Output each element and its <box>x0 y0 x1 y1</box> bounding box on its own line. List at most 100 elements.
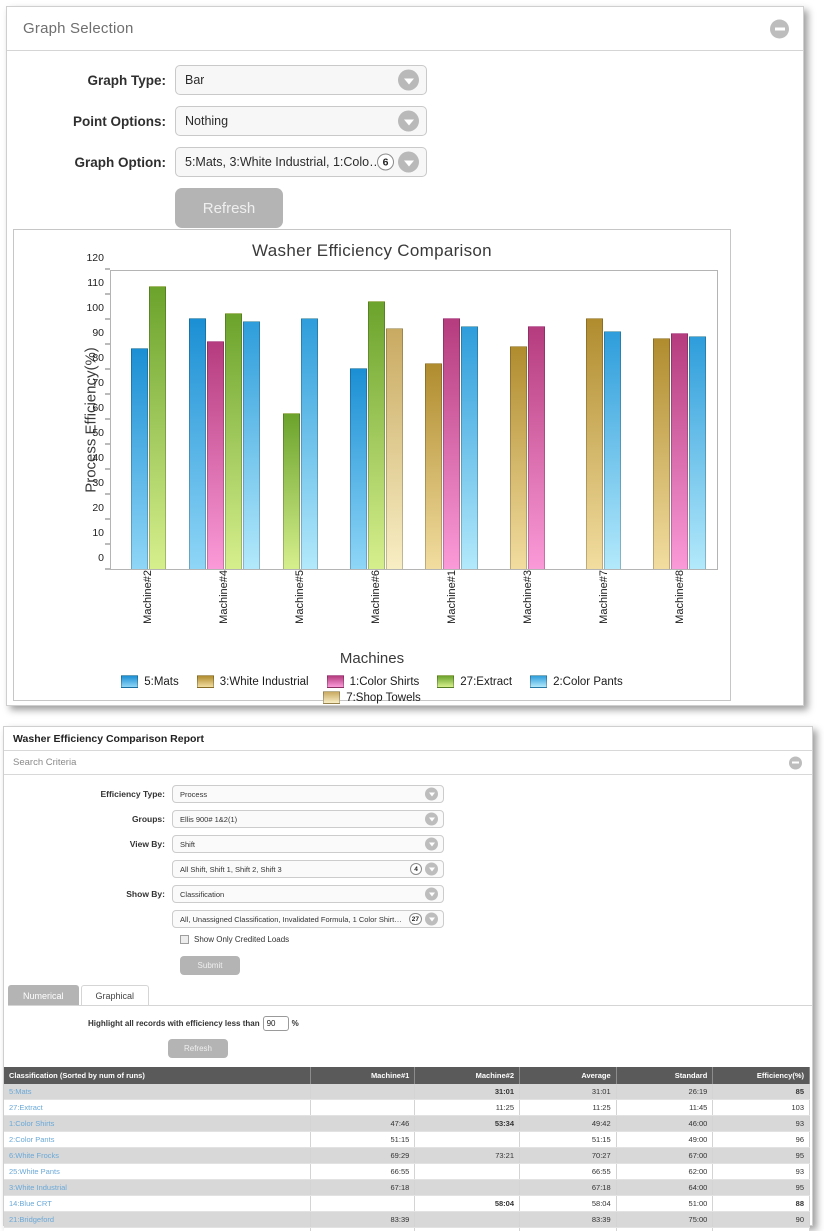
legend-item[interactable]: 5:Mats <box>121 675 179 688</box>
chevron-down-icon[interactable] <box>425 862 438 876</box>
bar[interactable] <box>670 333 688 569</box>
legend-item[interactable]: 3:White Industrial <box>196 675 309 688</box>
table-row[interactable]: 25:White Pants 66:55 66:55 62:00 93 <box>4 1163 810 1180</box>
table-cell-classification[interactable]: 27:Extract <box>4 1099 311 1116</box>
chevron-down-icon[interactable] <box>425 887 438 901</box>
table-col-header[interactable]: Average <box>519 1067 617 1084</box>
table-cell-classification[interactable]: 3:White Industrial <box>4 1179 311 1196</box>
x-tick-label: Machine#7 <box>598 570 610 624</box>
table-row[interactable]: 1:Color Shirts 47:46 53:34 49:42 46:00 93 <box>4 1115 810 1132</box>
table-row[interactable]: 14:Blue CRT 58:04 58:04 51:00 88 <box>4 1195 810 1212</box>
bar[interactable] <box>443 318 461 569</box>
table-col-header[interactable]: Machine#2 <box>414 1067 520 1084</box>
table-row[interactable]: 6:White Frocks 69:29 73:21 70:27 67:00 95 <box>4 1147 810 1164</box>
bar[interactable] <box>585 318 603 569</box>
refresh-row: Refresh <box>7 188 803 228</box>
table-col-header[interactable]: Standard <box>616 1067 714 1084</box>
table-cell-classification[interactable]: 22:Jel - Sert Coats <box>4 1227 311 1231</box>
x-axis-label-row: Machine#2 Machine#4 Machine#5 Machine#6 Mach… <box>110 570 718 648</box>
table-cell: 93 <box>712 1163 810 1180</box>
table-cell-classification[interactable]: 1:Color Shirts <box>4 1115 311 1132</box>
table-refresh-button[interactable]: Refresh <box>168 1039 228 1058</box>
show-by-label: Show By: <box>126 889 165 899</box>
efficiency-type-select[interactable]: Process <box>172 785 444 803</box>
legend-item[interactable]: 7:Shop Towels <box>323 691 421 704</box>
search-criteria-header: Search Criteria <box>4 751 812 775</box>
bar-group <box>187 271 263 569</box>
table-row[interactable]: 3:White Industrial 67:18 67:18 64:00 95 <box>4 1179 810 1196</box>
chevron-down-icon[interactable] <box>425 812 438 826</box>
legend-item[interactable]: 1:Color Shirts <box>326 675 419 688</box>
groups-select[interactable]: Ellis 900# 1&2(1) <box>172 810 444 828</box>
table-row[interactable]: 27:Extract 11:25 11:25 11:45 103 <box>4 1099 810 1116</box>
chevron-down-icon[interactable] <box>398 151 419 173</box>
bar[interactable] <box>461 325 479 569</box>
tab-numerical[interactable]: Numerical <box>8 985 79 1005</box>
y-tick-label: 0 <box>98 552 104 564</box>
table-row[interactable]: 5:Mats 31:01 31:01 26:19 85 <box>4 1084 810 1100</box>
highlight-threshold-input[interactable] <box>262 1016 289 1031</box>
legend-item[interactable]: 27:Extract <box>437 675 512 688</box>
table-cell-classification[interactable]: 25:White Pants <box>4 1163 311 1180</box>
bar[interactable] <box>225 313 243 569</box>
tab-graphical[interactable]: Graphical <box>80 985 150 1005</box>
bar[interactable] <box>282 412 300 569</box>
view-by-multiselect[interactable]: All Shift, Shift 1, Shift 2, Shift 3 4 <box>172 860 444 878</box>
result-tabs: Numerical Graphical <box>8 985 812 1006</box>
chevron-down-icon[interactable] <box>425 787 438 801</box>
view-by-select[interactable]: Shift <box>172 835 444 853</box>
graph-option-select[interactable]: 5:Mats, 3:White Industrial, 1:Color … 6 <box>175 147 427 177</box>
show-by-select[interactable]: Classification <box>172 885 444 903</box>
table-row[interactable]: 2:Color Pants 51:15 51:15 49:00 96 <box>4 1131 810 1148</box>
bar[interactable] <box>367 300 385 569</box>
bar[interactable] <box>300 318 318 569</box>
table-col-header[interactable]: Machine#1 <box>310 1067 416 1084</box>
bar[interactable] <box>149 285 167 569</box>
table-col-header[interactable]: Classification (Sorted by num of runs) <box>4 1067 311 1084</box>
bar[interactable] <box>603 330 621 569</box>
bar[interactable] <box>189 318 207 569</box>
table-row[interactable]: 21:Bridgeford 83:39 83:39 75:00 90 <box>4 1211 810 1228</box>
table-cell: 31:01 <box>414 1084 520 1100</box>
table-cell: 70:27 <box>519 1147 617 1164</box>
bar[interactable] <box>652 338 670 569</box>
highlight-threshold-label: Highlight all records with efficiency le… <box>88 1019 260 1028</box>
table-cell-classification[interactable]: 5:Mats <box>4 1084 311 1100</box>
legend-swatch <box>196 675 214 688</box>
bar[interactable] <box>425 362 443 569</box>
legend-label: 5:Mats <box>144 675 179 688</box>
table-cell-classification[interactable]: 21:Bridgeford <box>4 1211 311 1228</box>
y-tick-label: 30 <box>92 477 104 489</box>
bar[interactable] <box>243 320 261 569</box>
minus-circle-icon[interactable] <box>770 19 789 38</box>
graph-type-select[interactable]: Bar <box>175 65 427 95</box>
table-cell-classification[interactable]: 14:Blue CRT <box>4 1195 311 1212</box>
table-cell: 75:36 <box>519 1227 617 1231</box>
bar[interactable] <box>510 345 528 569</box>
bar[interactable] <box>528 325 546 569</box>
point-options-select[interactable]: Nothing <box>175 106 427 136</box>
submit-button[interactable]: Submit <box>180 956 240 975</box>
chevron-down-icon[interactable] <box>398 69 419 91</box>
table-cell-classification[interactable]: 2:Color Pants <box>4 1131 311 1148</box>
chevron-down-icon[interactable] <box>425 912 438 926</box>
bar[interactable] <box>349 367 367 569</box>
chevron-down-icon[interactable] <box>398 110 419 132</box>
table-row[interactable]: 22:Jel - Sert Coats75:3675:3670:0093 <box>4 1227 810 1231</box>
show-only-credited-loads-checkbox[interactable] <box>180 935 189 944</box>
show-by-multiselect[interactable]: All, Unassigned Classification, Invalida… <box>172 910 444 928</box>
minus-circle-icon[interactable] <box>789 756 802 769</box>
credited-loads-row[interactable]: Show Only Credited Loads <box>180 935 812 944</box>
table-col-header[interactable]: Efficiency(%) <box>712 1067 810 1084</box>
bar[interactable] <box>131 347 149 569</box>
refresh-button[interactable]: Refresh <box>175 188 283 228</box>
percent-symbol: % <box>291 1019 299 1028</box>
table-cell: 11:25 <box>414 1099 520 1116</box>
legend-label: 7:Shop Towels <box>346 691 421 704</box>
bar[interactable] <box>688 335 706 569</box>
bar[interactable] <box>207 340 225 569</box>
table-cell-classification[interactable]: 6:White Frocks <box>4 1147 311 1164</box>
chevron-down-icon[interactable] <box>425 837 438 851</box>
legend-item[interactable]: 2:Color Pants <box>530 675 623 688</box>
bar[interactable] <box>385 328 403 569</box>
